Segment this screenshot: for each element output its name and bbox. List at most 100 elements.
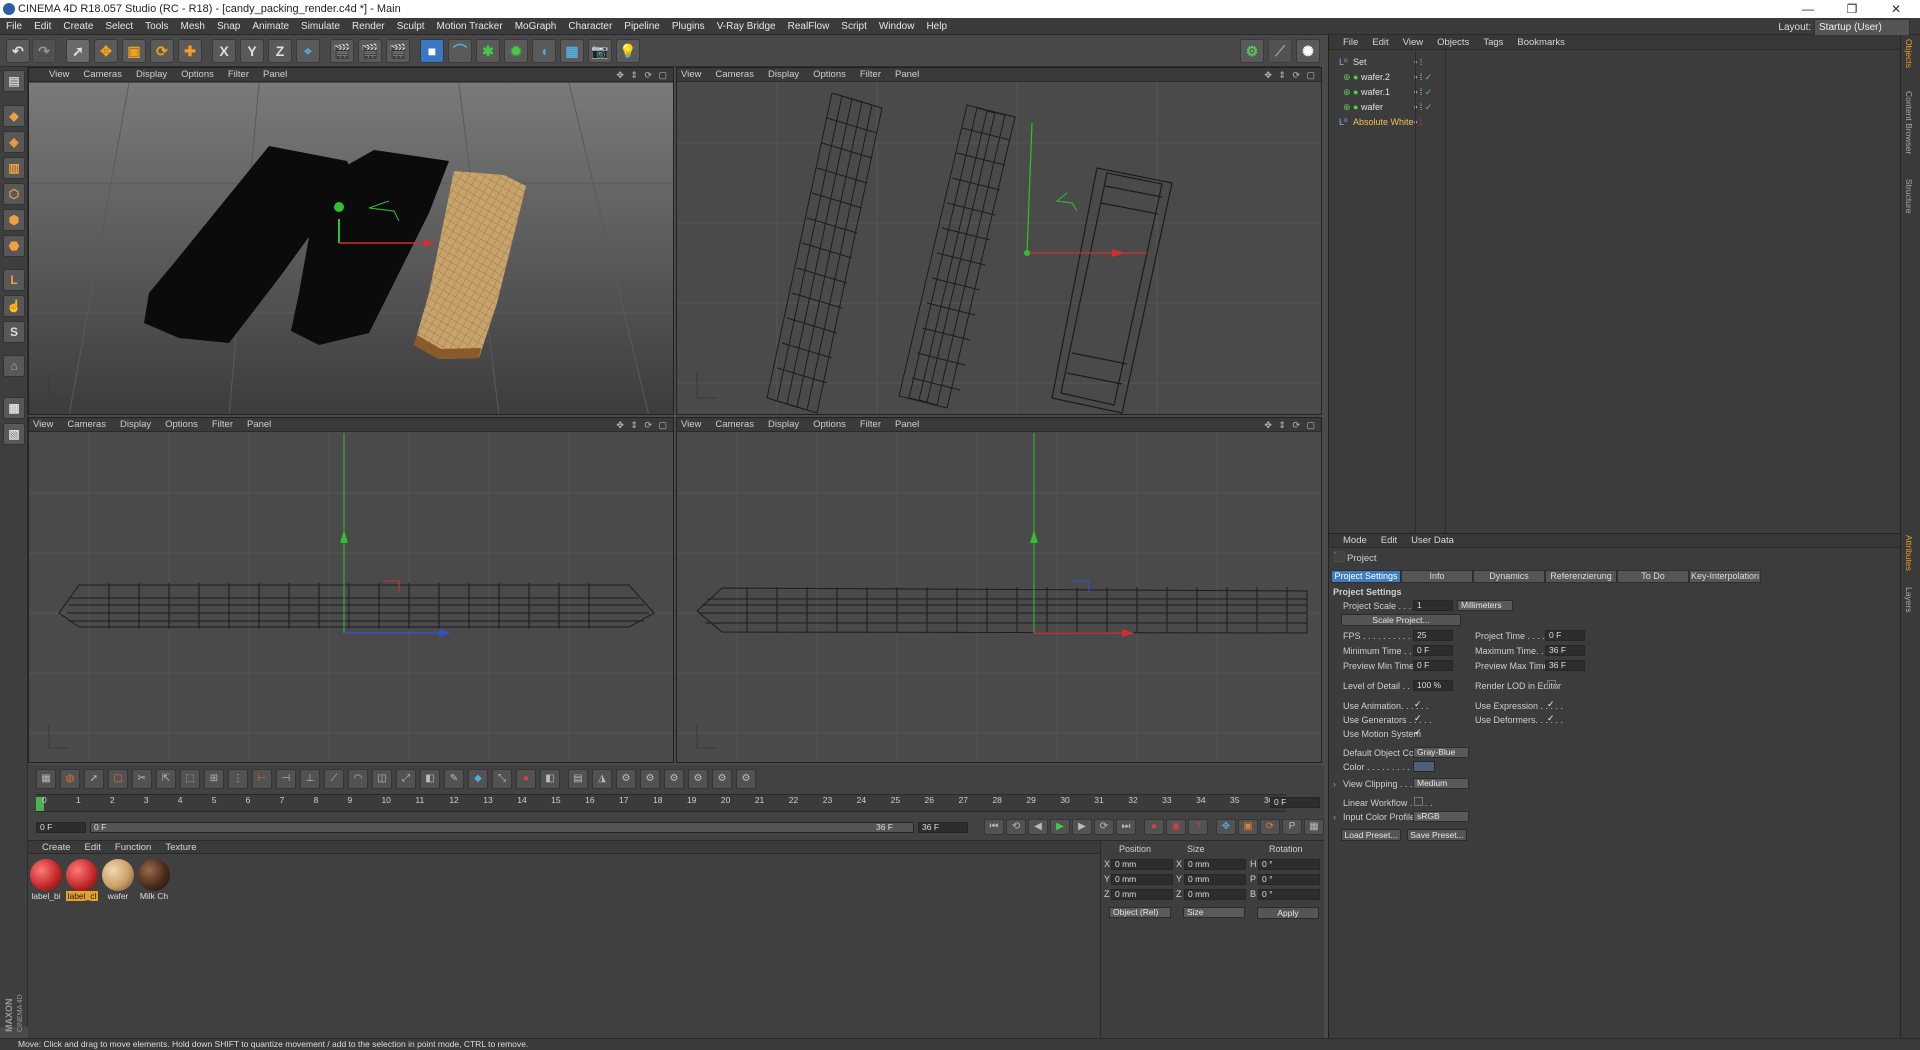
- render-picture-viewer-icon[interactable]: 🎬: [358, 39, 382, 63]
- material-menu-edit[interactable]: Edit: [78, 841, 108, 854]
- close-button[interactable]: ✕: [1874, 0, 1918, 18]
- tweak-mode-icon[interactable]: ☝: [3, 295, 25, 317]
- tab-objects[interactable]: Objects: [1904, 39, 1914, 68]
- menu-simulate[interactable]: Simulate: [295, 18, 346, 35]
- model-mode-icon[interactable]: ◆: [3, 105, 25, 127]
- knife-tool-icon[interactable]: ✂: [132, 769, 152, 789]
- tab-layers[interactable]: Layers: [1904, 587, 1914, 613]
- viewport-canvas[interactable]: [677, 433, 1321, 762]
- attr-menu-edit[interactable]: Edit: [1374, 534, 1404, 548]
- key-rotation-icon[interactable]: ⟳: [1260, 819, 1280, 835]
- z-axis-lock-button[interactable]: Z: [268, 39, 292, 63]
- visibility-toggle-icon[interactable]: ▪ ⁞ ✓: [1414, 85, 1432, 100]
- viewport-menu-view[interactable]: View: [677, 418, 708, 432]
- scale-tool-icon[interactable]: ▣: [122, 39, 146, 63]
- om-menu-edit[interactable]: Edit: [1365, 35, 1395, 50]
- quantize-gear-icon[interactable]: ✺: [1296, 39, 1320, 63]
- light-icon[interactable]: 💡: [616, 39, 640, 63]
- use-deformers-checkbox[interactable]: ✓: [1547, 714, 1556, 723]
- optimize-icon[interactable]: ⚙: [616, 769, 636, 789]
- make-editable-icon[interactable]: ▤: [3, 70, 25, 92]
- iron-tool-icon[interactable]: ⟋: [324, 769, 344, 789]
- material-menu-create[interactable]: Create: [28, 841, 78, 854]
- previous-frame-icon[interactable]: ◀: [1028, 819, 1048, 835]
- fps-field[interactable]: 25: [1413, 630, 1453, 641]
- menu-plugins[interactable]: Plugins: [666, 18, 711, 35]
- mirror-tool-icon[interactable]: ◫: [372, 769, 392, 789]
- split-icon[interactable]: ◧: [540, 769, 560, 789]
- viewport-menu-cameras[interactable]: Cameras: [708, 418, 761, 432]
- render-view-icon[interactable]: 🎬: [330, 39, 354, 63]
- menu-create[interactable]: Create: [57, 18, 99, 35]
- size-y-field[interactable]: 0 mm: [1184, 874, 1246, 885]
- material-swatch[interactable]: label_cl: [66, 859, 98, 901]
- use-motion-checkbox[interactable]: ✓: [1414, 728, 1423, 737]
- disconnect-icon[interactable]: ⚙: [736, 769, 756, 789]
- subdivide-icon[interactable]: ▤: [568, 769, 588, 789]
- tab-referenzierung[interactable]: Referenzierung: [1545, 570, 1617, 583]
- viewport-menu-options[interactable]: Options: [174, 68, 221, 82]
- viewport-nav-icons[interactable]: ✥ ⇕ ⟳ ▢: [1264, 68, 1317, 82]
- next-key-icon[interactable]: ⟳: [1094, 819, 1114, 835]
- visibility-toggle-icon[interactable]: ▪ ⁞ ✓: [1414, 100, 1432, 115]
- use-animation-checkbox[interactable]: ✓: [1414, 700, 1423, 709]
- menu-help[interactable]: Help: [920, 18, 953, 35]
- redo-icon[interactable]: ↷: [32, 39, 56, 63]
- rotation-b-field[interactable]: 0 °: [1258, 889, 1320, 900]
- material-swatch[interactable]: wafer: [102, 859, 134, 901]
- slide-tool-icon[interactable]: ⊢: [252, 769, 272, 789]
- viewport-nav-icons[interactable]: ✥ ⇕ ⟳ ▢: [616, 68, 669, 82]
- viewport-menu-cameras[interactable]: Cameras: [76, 68, 129, 82]
- smooth-shift-icon[interactable]: ◧: [420, 769, 440, 789]
- points-mode-icon[interactable]: ⬡: [3, 183, 25, 205]
- clone-tool-icon[interactable]: ⚙: [712, 769, 732, 789]
- input-profile-dropdown[interactable]: sRGB: [1413, 811, 1469, 822]
- viewport-nav-icons[interactable]: ✥ ⇕ ⟳ ▢: [1264, 418, 1317, 432]
- material-swatch[interactable]: label_bi: [30, 859, 62, 901]
- next-frame-icon[interactable]: ▶: [1072, 819, 1092, 835]
- tab-to-do[interactable]: To Do: [1617, 570, 1689, 583]
- menu-animate[interactable]: Animate: [246, 18, 295, 35]
- attr-menu-user-data[interactable]: User Data: [1404, 534, 1461, 548]
- bevel-tool-icon[interactable]: ⬚: [180, 769, 200, 789]
- weld-tool-icon[interactable]: ⊣: [276, 769, 296, 789]
- workplane-icon[interactable]: ⟋: [1268, 39, 1292, 63]
- preview-range-slider[interactable]: 0 F 36 F: [90, 822, 914, 833]
- polygon-pen-icon[interactable]: ✎: [444, 769, 464, 789]
- coordinate-mode-dropdown[interactable]: Object (Rel): [1109, 907, 1171, 918]
- use-expression-checkbox[interactable]: ✓: [1547, 700, 1556, 709]
- viewport-menu-display[interactable]: Display: [129, 68, 174, 82]
- viewport-canvas[interactable]: [29, 83, 673, 414]
- rotate-tool-icon[interactable]: ⟳: [150, 39, 174, 63]
- viewport-menu-options[interactable]: Options: [158, 418, 205, 432]
- use-generators-checkbox[interactable]: ✓: [1414, 714, 1423, 723]
- viewport-menu-view[interactable]: View: [29, 418, 60, 432]
- record-keys-icon[interactable]: ●: [1144, 819, 1164, 835]
- view-clipping-dropdown[interactable]: Medium: [1413, 778, 1469, 789]
- tab-key-interpolation[interactable]: Key-Interpolation: [1689, 570, 1761, 583]
- menu-vray-bridge[interactable]: V-Ray Bridge: [711, 18, 782, 35]
- menu-mograph[interactable]: MoGraph: [509, 18, 563, 35]
- array-tool-icon[interactable]: ⚙: [688, 769, 708, 789]
- x-axis-lock-button[interactable]: X: [212, 39, 236, 63]
- viewport-menu-filter[interactable]: Filter: [221, 68, 256, 82]
- visibility-toggle-icon[interactable]: ▪ ⁞ ✓: [1414, 70, 1432, 85]
- cube-primitive-icon[interactable]: ■: [420, 39, 444, 63]
- position-x-field[interactable]: 0 mm: [1111, 859, 1173, 870]
- menu-file[interactable]: File: [0, 18, 28, 35]
- position-y-field[interactable]: 0 mm: [1111, 874, 1173, 885]
- material-menu-texture[interactable]: Texture: [158, 841, 203, 854]
- apply-button[interactable]: Apply: [1257, 907, 1319, 919]
- menu-realflow[interactable]: RealFlow: [782, 18, 836, 35]
- tab-info[interactable]: Info: [1401, 570, 1473, 583]
- tab-dynamics[interactable]: Dynamics: [1473, 570, 1545, 583]
- viewport-menu-panel[interactable]: Panel: [888, 418, 926, 432]
- workplane-mode-icon[interactable]: ▥: [3, 157, 25, 179]
- om-menu-tags[interactable]: Tags: [1476, 35, 1510, 50]
- menu-pipeline[interactable]: Pipeline: [618, 18, 666, 35]
- render-settings-icon[interactable]: 🎬: [386, 39, 410, 63]
- min-time-field[interactable]: 0 F: [1413, 645, 1453, 656]
- viewport-nav-icons[interactable]: ✥ ⇕ ⟳ ▢: [616, 418, 669, 432]
- size-x-field[interactable]: 0 mm: [1184, 859, 1246, 870]
- viewport-menu-panel[interactable]: Panel: [888, 68, 926, 82]
